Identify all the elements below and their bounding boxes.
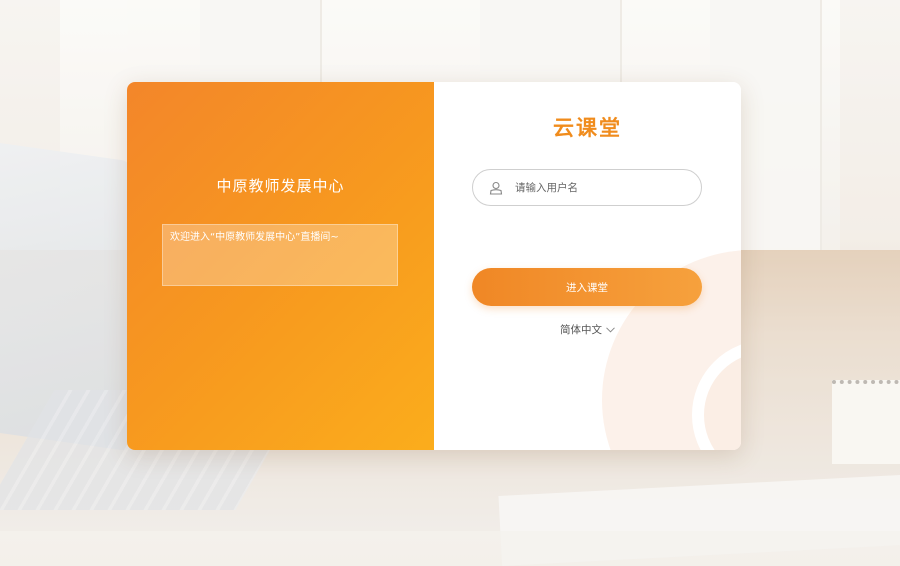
login-card: 中原教师发展中心 欢迎进入“中原教师发展中心”直播间~ 云课堂 进入课堂 简体中… bbox=[127, 82, 741, 450]
username-field[interactable] bbox=[472, 169, 702, 206]
username-input[interactable] bbox=[513, 180, 687, 195]
org-title: 中原教师发展中心 bbox=[216, 177, 345, 195]
brand-title: 云课堂 bbox=[553, 116, 622, 140]
welcome-panel: 中原教师发展中心 欢迎进入“中原教师发展中心”直播间~ bbox=[127, 82, 434, 450]
chevron-down-icon bbox=[606, 327, 615, 333]
language-label: 简体中文 bbox=[560, 324, 602, 336]
enter-classroom-button[interactable]: 进入课堂 bbox=[472, 268, 702, 306]
welcome-message-text: 欢迎进入“中原教师发展中心”直播间~ bbox=[170, 232, 339, 243]
user-icon bbox=[489, 181, 503, 195]
language-selector[interactable]: 简体中文 bbox=[434, 322, 741, 337]
welcome-message: 欢迎进入“中原教师发展中心”直播间~ bbox=[162, 224, 398, 286]
login-panel: 云课堂 进入课堂 简体中文 bbox=[434, 82, 741, 450]
